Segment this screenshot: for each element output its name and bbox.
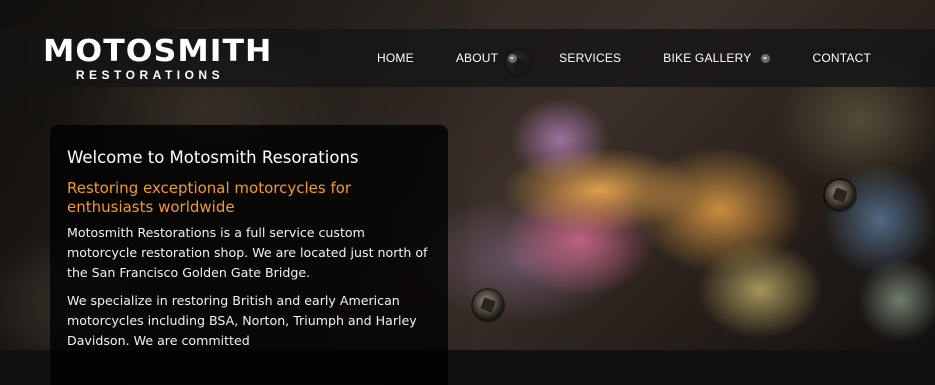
welcome-heading: Welcome to Motosmith Resorations	[67, 148, 359, 167]
intro-paragraph: Motosmith Restorations is a full service…	[67, 225, 428, 280]
bolt-image-detail	[473, 290, 503, 320]
tagline: Restoring exceptional motorcycles for en…	[67, 179, 352, 216]
main-nav: HOME ABOUT SERVICES BIKE GALLERY CONTACT	[377, 29, 935, 87]
nav-item-label: SERVICES	[559, 51, 622, 65]
nav-item-label: CONTACT	[812, 51, 871, 65]
chevron-down-icon[interactable]	[761, 53, 771, 63]
chevron-down-icon[interactable]	[508, 53, 518, 63]
nav-item-label: HOME	[377, 51, 414, 65]
welcome-panel: Welcome to Motosmith Resorations Restori…	[50, 125, 448, 385]
nav-item-bike-gallery[interactable]: BIKE GALLERY	[663, 51, 771, 65]
bolt-image-detail	[825, 180, 855, 210]
nav-item-services[interactable]: SERVICES	[559, 51, 621, 65]
nav-item-contact[interactable]: CONTACT	[812, 51, 871, 65]
logo-subtitle: RESTORATIONS	[75, 68, 225, 82]
nav-item-label: BIKE GALLERY	[663, 51, 752, 65]
nav-item-home[interactable]: HOME	[377, 51, 414, 65]
nav-item-about[interactable]: ABOUT	[455, 51, 518, 65]
nav-item-label: ABOUT	[455, 51, 499, 65]
logo-wordmark: MOTOSMITH	[43, 34, 273, 69]
site-header: MOTOSMITH RESTORATIONS HOME ABOUT SERVIC…	[0, 29, 935, 87]
specialty-paragraph: We specialize in restoring British and e…	[67, 293, 417, 348]
site-logo[interactable]: MOTOSMITH RESTORATIONS	[43, 37, 271, 83]
